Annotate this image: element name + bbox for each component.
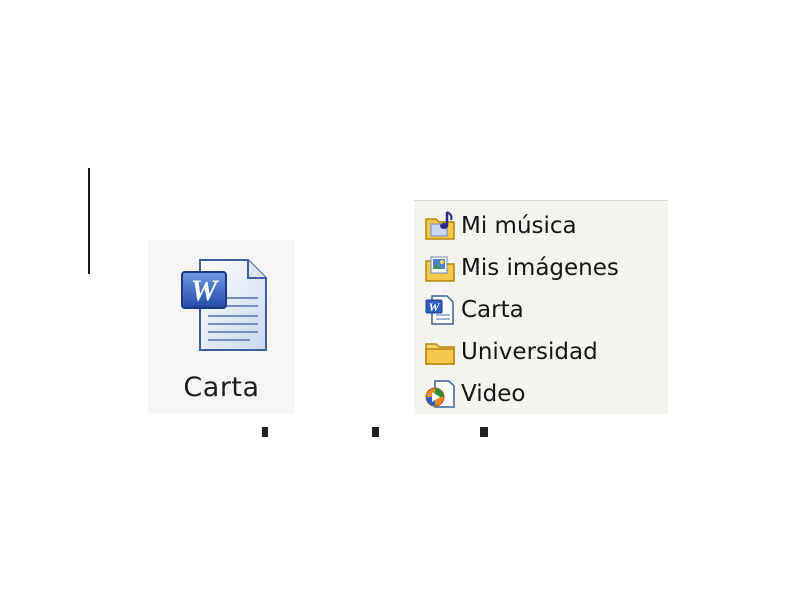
- cropped-text-fragment: [372, 427, 379, 437]
- list-item-mi-musica[interactable]: Mi música: [420, 207, 577, 245]
- cropped-text-fragment: [480, 427, 488, 437]
- list-item-mis-imagenes[interactable]: Mis imágenes: [420, 249, 619, 287]
- desktop-file-icon-carta[interactable]: W Carta: [148, 240, 295, 413]
- list-item-carta[interactable]: W Carta: [420, 291, 524, 329]
- list-item-label: Mis imágenes: [461, 255, 619, 281]
- list-item-label: Universidad: [461, 339, 598, 365]
- pictures-folder-icon: [420, 249, 460, 287]
- file-icon-label: Carta: [183, 372, 260, 403]
- list-item-video[interactable]: Video: [420, 375, 525, 413]
- svg-text:W: W: [429, 300, 441, 314]
- text-cursor-line: [88, 168, 90, 274]
- word-document-icon: W: [420, 291, 460, 329]
- list-item-label: Mi música: [461, 213, 577, 239]
- list-item-label: Carta: [461, 297, 524, 323]
- folder-icon: [420, 333, 460, 371]
- word-document-icon: W: [181, 259, 267, 351]
- file-list-panel: Mi música Mis imágenes W Carta Universid…: [414, 200, 668, 414]
- music-folder-icon: [420, 207, 460, 245]
- svg-text:W: W: [191, 274, 220, 307]
- media-video-icon: [420, 375, 460, 413]
- list-item-universidad[interactable]: Universidad: [420, 333, 598, 371]
- list-item-label: Video: [461, 381, 526, 407]
- cropped-text-fragment: [262, 427, 268, 437]
